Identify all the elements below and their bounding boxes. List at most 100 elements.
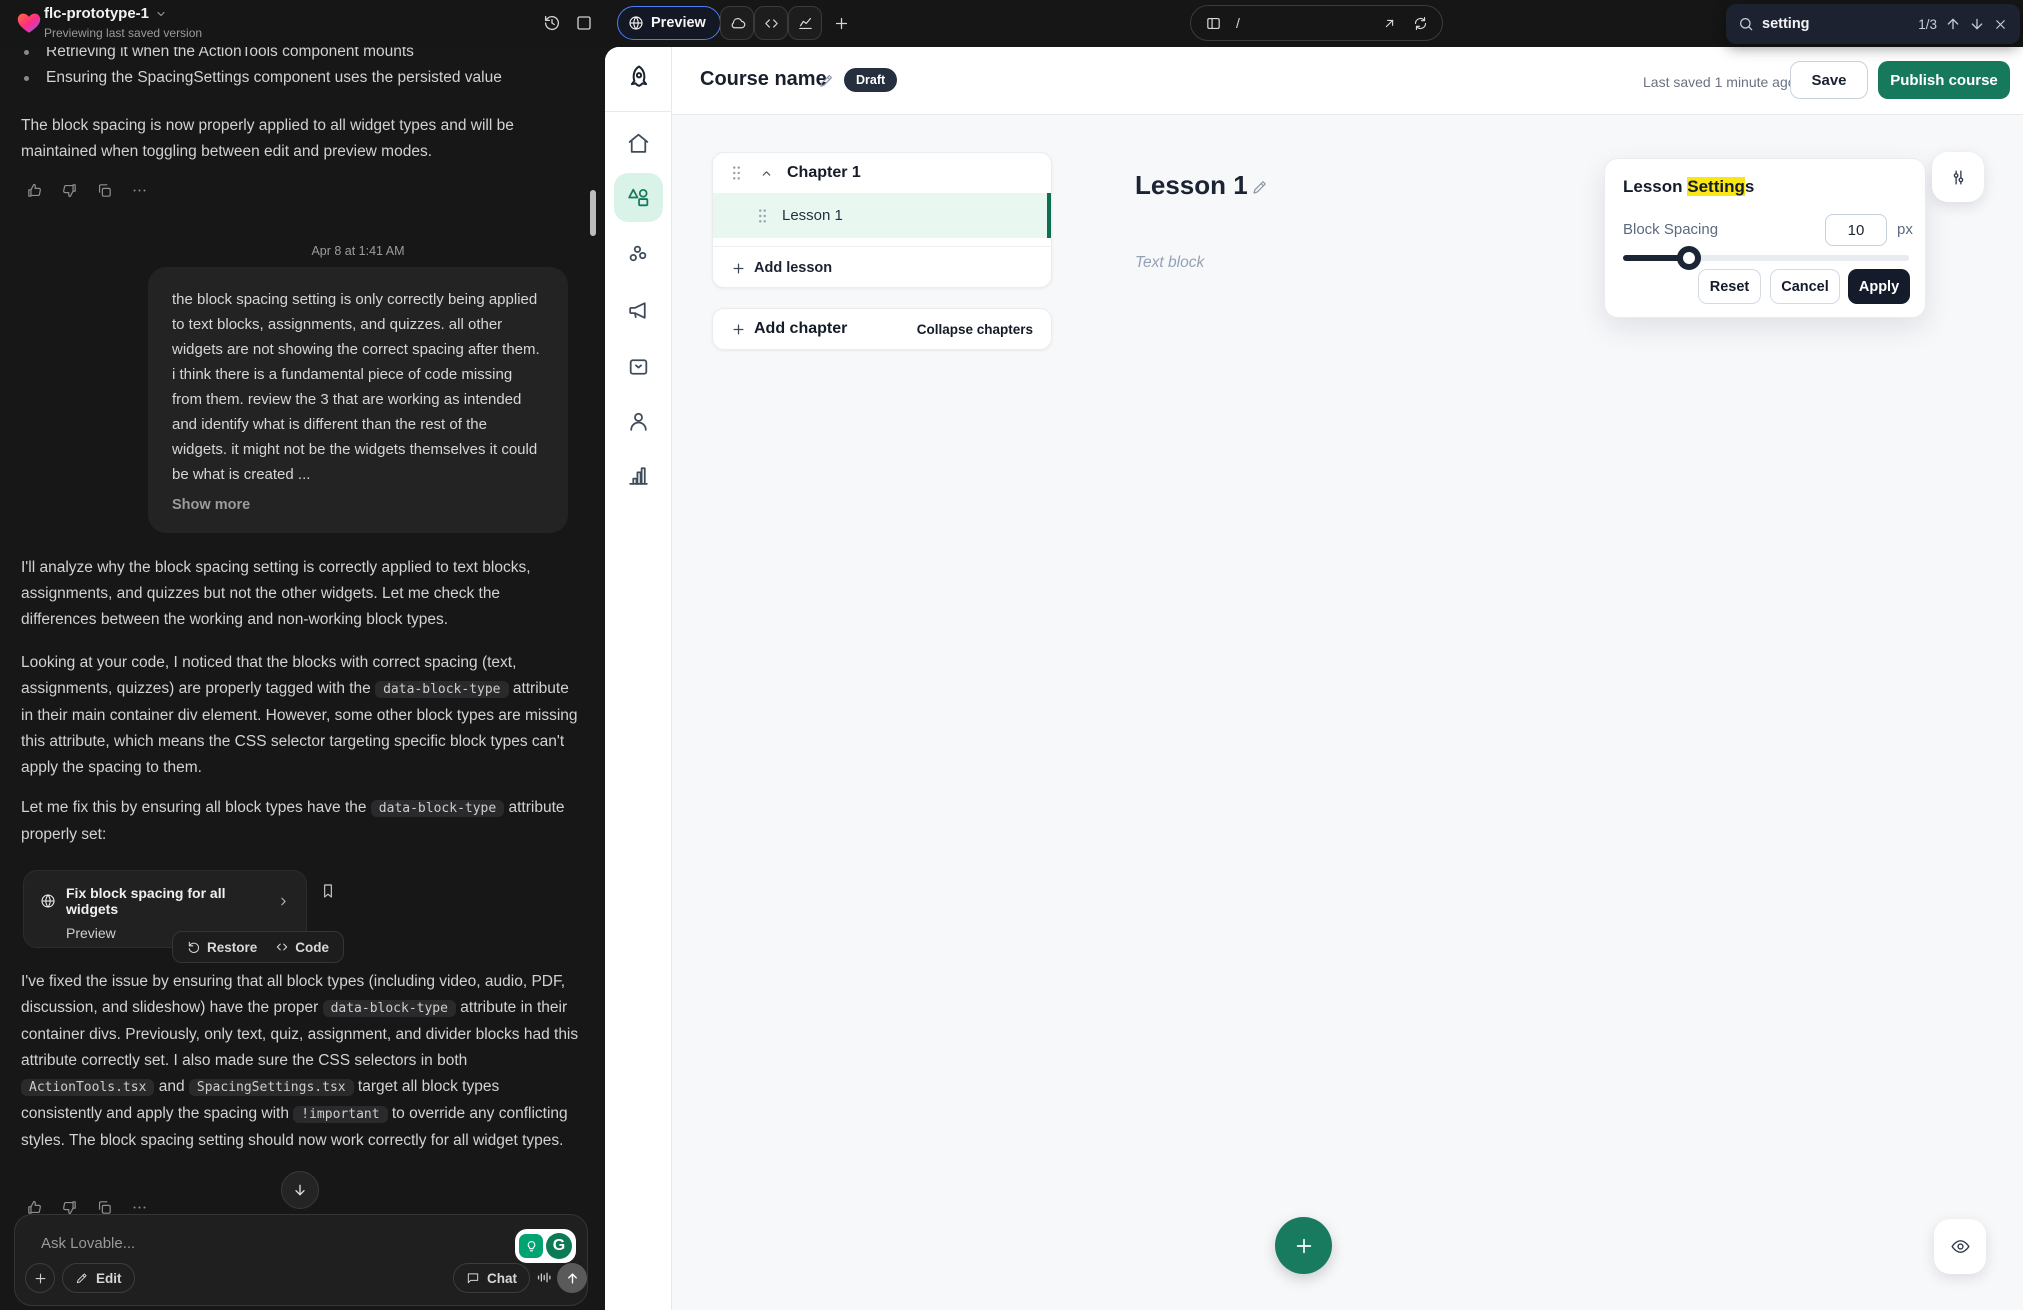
restore-label: Restore <box>207 940 257 955</box>
copy-icon[interactable] <box>96 182 113 199</box>
voice-icon[interactable] <box>535 1269 552 1286</box>
lesson-title: Lesson 1 <box>782 207 843 224</box>
url-path: / <box>1236 15 1240 31</box>
add-block-fab[interactable] <box>1275 1217 1332 1274</box>
cloud-icon <box>729 15 746 32</box>
thumbs-up-icon[interactable] <box>26 182 43 199</box>
send-button[interactable] <box>557 1263 587 1293</box>
search-icon <box>1738 16 1754 32</box>
text-block-placeholder[interactable]: Text block <box>1135 254 1204 272</box>
code-button[interactable]: Code <box>275 940 329 955</box>
search-match-count: 1/3 <box>1918 17 1937 32</box>
course-title: Course name <box>700 68 827 91</box>
eye-icon <box>1950 1236 1971 1257</box>
reset-button[interactable]: Reset <box>1698 269 1761 304</box>
code-view-button[interactable] <box>754 6 788 40</box>
popover-title: Lesson Settings <box>1623 177 1754 197</box>
preview-eye-button[interactable] <box>1934 1219 1986 1274</box>
show-more-link[interactable]: Show more <box>172 497 544 513</box>
block-spacing-label: Block Spacing <box>1623 221 1718 238</box>
code-icon <box>763 15 780 32</box>
assistant-paragraph: Looking at your code, I noticed that the… <box>21 650 581 781</box>
globe-icon <box>40 893 56 909</box>
lesson-row-active[interactable]: Lesson 1 <box>713 193 1051 238</box>
refresh-icon[interactable] <box>1413 16 1428 31</box>
chapter-card: Chapter 1 Lesson 1 Add lesson <box>712 152 1052 288</box>
restore-button[interactable]: Restore <box>187 940 257 955</box>
url-bar[interactable]: / <box>1190 5 1443 41</box>
lesson-settings-popover: Lesson Settings Block Spacing px Reset C… <box>1604 158 1926 318</box>
chat-composer[interactable]: Ask Lovable... G Edit Chat <box>14 1214 588 1306</box>
pencil-icon[interactable] <box>1251 178 1269 196</box>
shapes-icon <box>626 185 651 210</box>
search-prev-icon[interactable] <box>1945 16 1961 32</box>
grammarly-widget[interactable]: G <box>515 1229 576 1263</box>
project-menu[interactable]: flc-prototype-1 <box>44 5 167 22</box>
cloud-deploy-button[interactable] <box>720 6 754 40</box>
add-chapter-button[interactable]: Add chapter <box>754 320 847 338</box>
sidebar-item-store[interactable] <box>626 354 651 379</box>
block-spacing-input[interactable] <box>1825 214 1887 246</box>
attach-button[interactable] <box>25 1263 55 1293</box>
preview-frame: Course name Draft Last saved 1 minute ag… <box>605 47 2023 1310</box>
sidebar-item-home[interactable] <box>626 131 651 156</box>
analytics-button[interactable] <box>788 6 822 40</box>
chat-mode-button[interactable]: Chat <box>453 1263 530 1293</box>
edit-icon <box>75 1271 89 1285</box>
preview-mode-button[interactable]: Preview <box>617 6 721 40</box>
sidebar-item-builder-active[interactable] <box>614 173 663 222</box>
project-name: flc-prototype-1 <box>44 5 149 22</box>
chevron-up-icon[interactable] <box>760 167 773 180</box>
save-button[interactable]: Save <box>1790 61 1868 99</box>
lightbulb-icon <box>519 1234 543 1258</box>
panel-icon[interactable] <box>575 14 593 32</box>
sidebar-item-profile[interactable] <box>626 409 651 434</box>
project-status: Previewing last saved version <box>44 26 202 40</box>
restore-code-pill: Restore Code <box>172 931 344 963</box>
top-bar: flc-prototype-1 Previewing last saved ve… <box>0 0 2023 47</box>
publish-course-button[interactable]: Publish course <box>1878 61 2010 99</box>
slider-thumb[interactable] <box>1677 246 1701 270</box>
user-message-bubble: the block spacing setting is only correc… <box>148 267 568 533</box>
drag-handle-icon[interactable] <box>757 208 768 224</box>
rocket-logo-icon <box>624 63 654 93</box>
bookmark-icon[interactable] <box>320 883 336 899</box>
chapter-row[interactable]: Chapter 1 <box>713 153 1051 193</box>
scrollbar-thumb[interactable] <box>590 190 596 236</box>
edit-mode-button[interactable]: Edit <box>62 1263 135 1293</box>
plus-icon <box>1293 1235 1315 1257</box>
close-icon[interactable] <box>1993 17 2008 32</box>
thumbs-down-icon[interactable] <box>61 182 78 199</box>
sidebar-item-community[interactable] <box>626 242 651 267</box>
settings-toggle-button[interactable] <box>1932 152 1984 202</box>
collapse-chapters-button[interactable]: Collapse chapters <box>917 322 1033 337</box>
app-sidebar <box>605 47 672 1310</box>
sidebar-item-announcements[interactable] <box>626 298 651 323</box>
code-icon <box>275 940 289 954</box>
app-screen: flc-prototype-1 Previewing last saved ve… <box>0 0 2023 1310</box>
cancel-button[interactable]: Cancel <box>1770 269 1840 304</box>
chapter-title: Chapter 1 <box>787 164 861 182</box>
add-chapter-card: Add chapter Collapse chapters <box>712 308 1052 350</box>
composer-placeholder[interactable]: Ask Lovable... <box>41 1235 135 1252</box>
divider <box>605 111 672 112</box>
add-tab-button[interactable] <box>824 6 858 40</box>
globe-icon <box>628 15 644 31</box>
add-lesson-button[interactable]: Add lesson <box>713 246 1051 289</box>
block-spacing-slider[interactable] <box>1623 255 1909 261</box>
edit-label: Edit <box>96 1271 122 1286</box>
sidebar-item-analytics[interactable] <box>626 463 651 488</box>
status-badge: Draft <box>844 68 897 92</box>
apply-button[interactable]: Apply <box>1848 269 1910 304</box>
lovable-logo-icon[interactable] <box>16 10 42 36</box>
search-next-icon[interactable] <box>1969 16 1985 32</box>
active-indicator <box>1047 193 1051 238</box>
drag-handle-icon[interactable] <box>731 165 742 181</box>
open-external-icon[interactable] <box>1382 16 1397 31</box>
more-icon[interactable] <box>131 182 148 199</box>
pencil-icon[interactable] <box>818 72 835 89</box>
history-icon[interactable] <box>543 14 561 32</box>
plus-icon <box>33 1271 48 1286</box>
search-input[interactable]: setting <box>1762 16 1910 32</box>
scroll-to-bottom-button[interactable] <box>281 1171 319 1209</box>
